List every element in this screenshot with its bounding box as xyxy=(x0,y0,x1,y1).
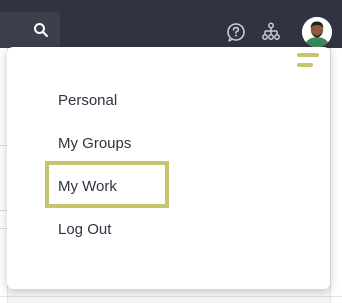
right-panel xyxy=(330,48,342,303)
search-icon[interactable] xyxy=(33,22,49,38)
divider xyxy=(0,296,342,297)
user-avatar[interactable] xyxy=(302,17,332,47)
top-navigation-bar xyxy=(0,0,342,48)
user-dropdown-menu xyxy=(7,47,330,289)
avatar-image xyxy=(302,17,332,47)
search-box[interactable] xyxy=(0,12,60,48)
menu-item-my-work[interactable]: My Work xyxy=(58,178,117,196)
menu-item-log-out[interactable]: Log Out xyxy=(58,221,111,239)
org-chart-icon[interactable] xyxy=(261,22,281,42)
menu-item-my-groups[interactable]: My Groups xyxy=(58,135,131,153)
menu-item-personal[interactable]: Personal xyxy=(58,92,117,110)
help-icon[interactable] xyxy=(226,22,246,42)
hamburger-menu-icon[interactable] xyxy=(297,52,321,70)
